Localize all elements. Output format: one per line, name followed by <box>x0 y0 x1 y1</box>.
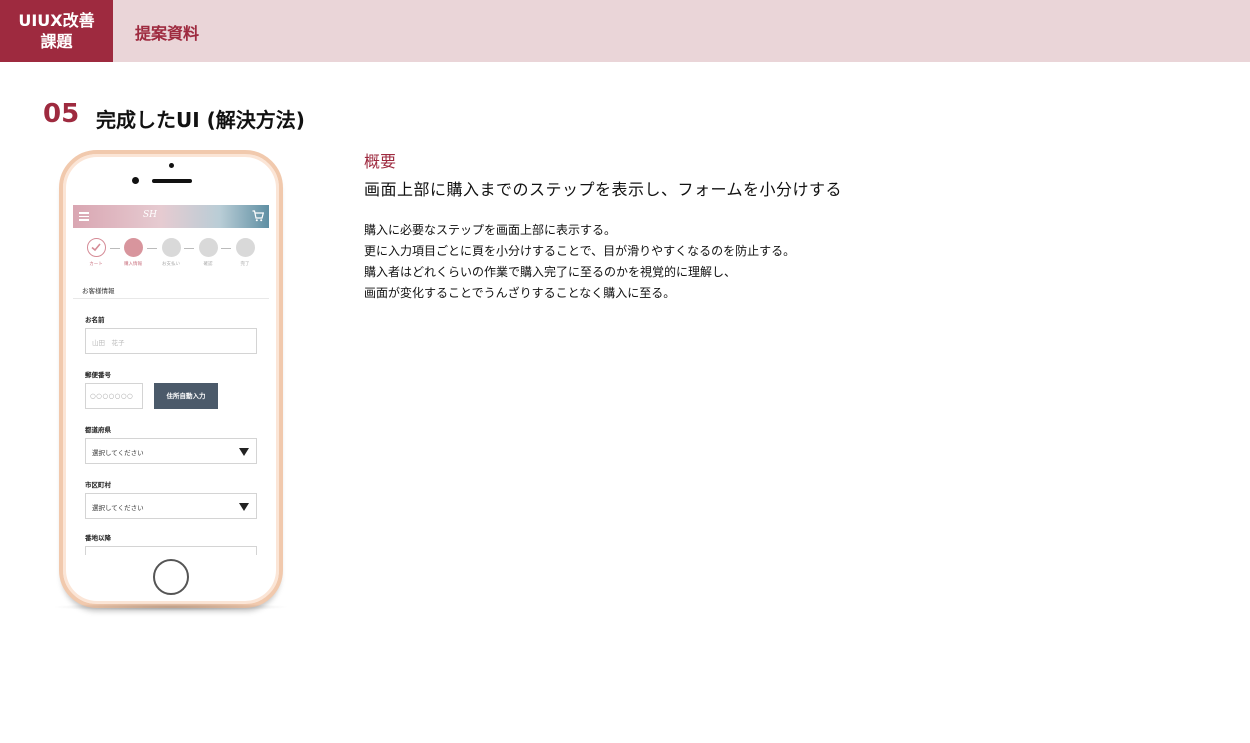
step-circle <box>235 238 255 257</box>
step-confirm: 確認 <box>193 238 223 267</box>
progress-steps: カート 購入情報 お支払い 確認 完了 <box>73 238 269 278</box>
step-label: カート <box>89 262 103 267</box>
topic-badge: UIUX改善 課題 <box>0 0 113 62</box>
prefecture-select[interactable]: 選択してください <box>85 438 257 464</box>
section-title: 完成したUI (解決方法) <box>96 108 305 132</box>
camera-icon <box>169 163 174 168</box>
overview-line: 画面が変化することでうんざりすることなく購入に至る。 <box>364 286 676 300</box>
step-circle <box>161 238 181 257</box>
caret-down-icon <box>239 448 249 456</box>
header-title: 提案資料 <box>135 24 200 43</box>
badge-line-1: UIUX改善 <box>18 11 95 30</box>
city-label: 市区町村 <box>85 481 111 489</box>
app-bar: SH <box>73 205 269 228</box>
check-icon <box>86 238 106 257</box>
city-select-value: 選択してください <box>92 504 144 512</box>
prefecture-select-value: 選択してください <box>92 449 144 457</box>
city-select[interactable]: 選択してください <box>85 493 257 519</box>
overview-line: 更に入力項目ごとに頁を小分けすることで、目が滑りやすくなるのを防止する。 <box>364 244 796 258</box>
section-number: 05 <box>43 99 80 129</box>
step-cart: カート <box>81 238 111 267</box>
overview-label: 概要 <box>364 152 397 171</box>
overview-line: 購入に必要なステップを画面上部に表示する。 <box>364 223 617 237</box>
app-logo[interactable]: SH <box>143 210 157 220</box>
overview-body: 購入に必要なステップを画面上部に表示する。 更に入力項目ごとに頁を小分けすること… <box>364 220 1124 304</box>
step-purchase-info: 購入情報 <box>118 238 148 267</box>
home-button[interactable] <box>153 559 189 595</box>
name-label: お名前 <box>85 316 105 324</box>
badge-line-2: 課題 <box>40 32 73 51</box>
cart-icon[interactable] <box>252 210 264 222</box>
step-label: 確認 <box>203 262 213 267</box>
caret-down-icon <box>239 503 249 511</box>
step-complete: 完了 <box>230 238 260 267</box>
step-circle <box>198 238 218 257</box>
step-label: 購入情報 <box>124 262 142 267</box>
step-payment: お支払い <box>156 238 186 267</box>
speaker-icon <box>152 179 192 183</box>
hamburger-menu-icon[interactable] <box>79 212 89 221</box>
address-autofill-button[interactable]: 住所自動入力 <box>154 383 218 409</box>
phone-screen: SH カート 購入情報 お支払い 確認 完了 お客様情報 お名前 山田 花子 郵… <box>73 205 269 555</box>
address-label: 番地以降 <box>85 534 111 542</box>
address-input[interactable] <box>85 546 257 555</box>
sensor-icon <box>132 177 139 184</box>
zip-input[interactable]: ○○○○○○○ <box>85 383 143 409</box>
overview-line: 購入者はどれくらいの作業で購入完了に至るのかを視覚的に理解し、 <box>364 265 737 279</box>
overview-lead: 画面上部に購入までのステップを表示し、フォームを小分けする <box>364 180 843 199</box>
step-label: 完了 <box>240 262 250 267</box>
step-circle <box>123 238 143 257</box>
divider <box>73 298 269 299</box>
prefecture-label: 都道府県 <box>85 426 111 434</box>
customer-info-heading: お客様情報 <box>82 287 115 295</box>
header-band: UIUX改善 課題 提案資料 <box>0 0 1250 62</box>
step-label: お支払い <box>162 262 180 267</box>
phone-shadow <box>52 603 290 611</box>
name-input[interactable]: 山田 花子 <box>85 328 257 354</box>
zip-label: 郵便番号 <box>85 371 111 379</box>
